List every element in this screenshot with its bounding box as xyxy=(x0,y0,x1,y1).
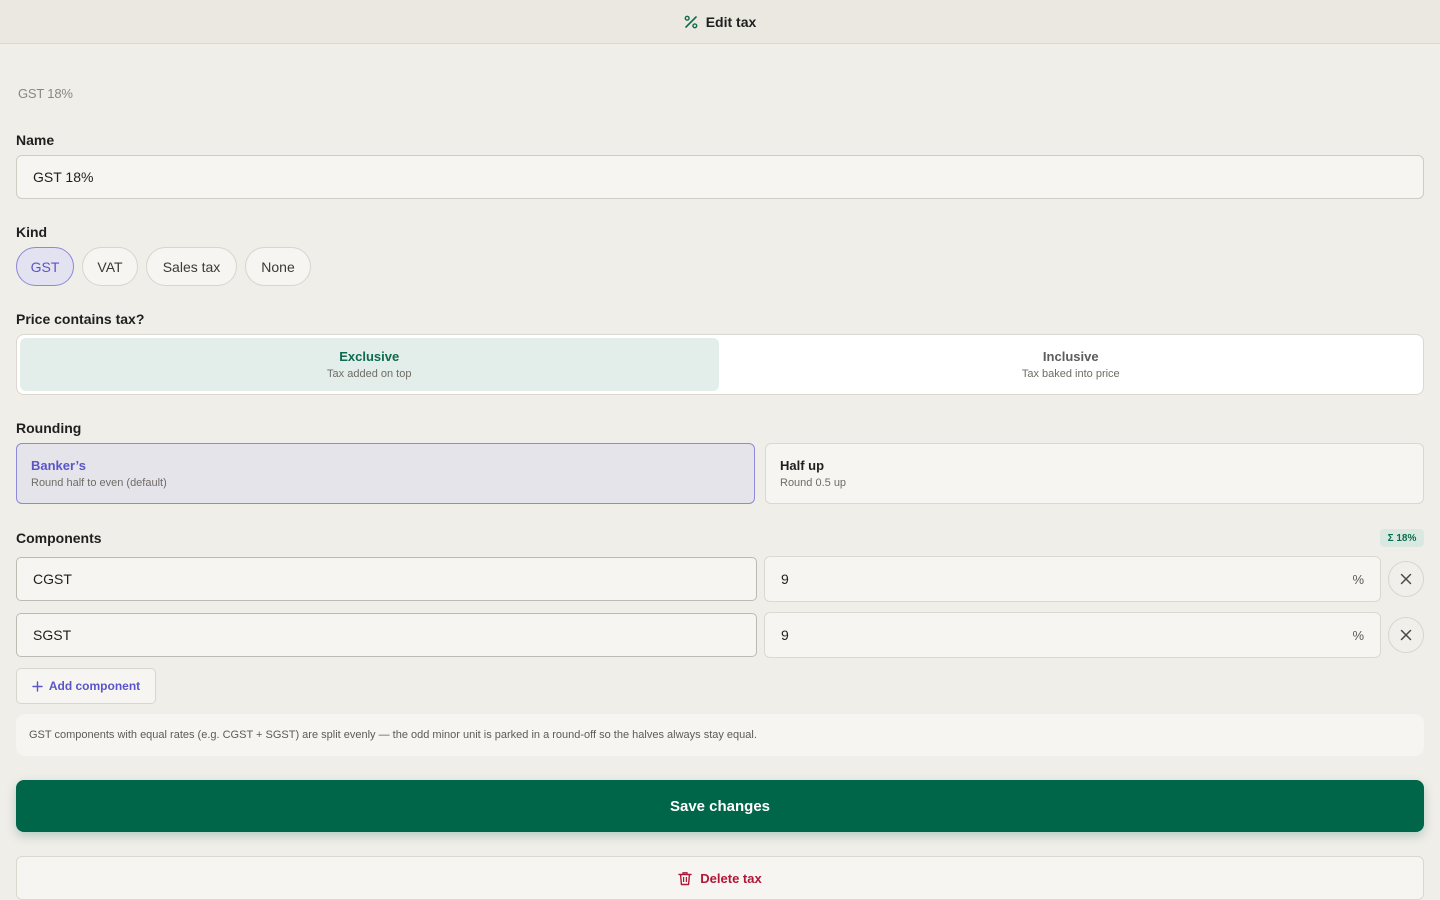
kind-chip-vat[interactable]: VAT xyxy=(82,247,138,286)
components-label: Components xyxy=(16,530,102,546)
component-rate-unit: % xyxy=(1352,571,1364,587)
bankers-title: Banker’s xyxy=(31,458,86,473)
delete-tax-label: Delete tax xyxy=(700,870,762,886)
kind-label: Kind xyxy=(16,224,48,240)
half-up-sub: Round 0.5 up xyxy=(780,477,847,489)
price-contains-label: Price contains tax? xyxy=(16,311,145,327)
remove-component-button[interactable] xyxy=(1388,561,1424,597)
add-component-label: Add component xyxy=(48,679,141,693)
price-contains-toggle: Exclusive Tax added on top Inclusive Tax… xyxy=(16,334,1424,395)
component-name-input[interactable] xyxy=(16,613,757,657)
kind-chips: GST VAT Sales tax None xyxy=(16,247,311,286)
rounding-label: Rounding xyxy=(16,420,82,436)
component-name-input[interactable] xyxy=(16,557,757,601)
kind-chip-sales-tax[interactable]: Sales tax xyxy=(146,247,237,286)
bankers-sub: Round half to even (default) xyxy=(31,477,167,489)
component-rate-value: 9 xyxy=(781,571,789,587)
component-rate-field[interactable]: 9 % xyxy=(764,556,1381,602)
inclusive-sub: Tax baked into price xyxy=(1021,368,1120,380)
component-rate-value: 9 xyxy=(781,627,789,643)
plus-icon xyxy=(32,680,43,692)
title-bar: Edit tax xyxy=(0,0,1440,44)
exclusive-title: Exclusive xyxy=(339,349,400,364)
save-changes-button[interactable]: Save changes xyxy=(16,780,1424,832)
gst-split-note: GST components with equal rates (e.g. CG… xyxy=(16,714,1424,756)
exclusive-option[interactable]: Exclusive Tax added on top xyxy=(20,338,719,391)
add-component-button[interactable]: Add component xyxy=(16,668,156,704)
close-icon xyxy=(1400,573,1412,585)
percent-icon xyxy=(684,15,698,28)
trash-icon xyxy=(678,871,692,885)
rounding-bankers-option[interactable]: Banker’s Round half to even (default) xyxy=(16,443,755,504)
exclusive-sub: Tax added on top xyxy=(327,368,412,380)
component-rate-unit: % xyxy=(1352,627,1364,643)
rounding-half-up-option[interactable]: Half up Round 0.5 up xyxy=(765,443,1424,504)
half-up-title: Half up xyxy=(780,458,825,473)
delete-tax-button[interactable]: Delete tax xyxy=(16,856,1424,900)
page-title: Edit tax xyxy=(705,13,757,30)
name-label: Name xyxy=(16,132,55,148)
remove-component-button[interactable] xyxy=(1388,617,1424,653)
inclusive-title: Inclusive xyxy=(1042,349,1099,364)
name-input[interactable] xyxy=(16,155,1424,199)
component-rate-field[interactable]: 9 % xyxy=(764,612,1381,658)
tax-subtitle: GST 18% xyxy=(18,86,73,101)
kind-chip-gst[interactable]: GST xyxy=(16,247,74,286)
inclusive-option[interactable]: Inclusive Tax baked into price xyxy=(722,338,1421,391)
components-total-badge: Σ 18% xyxy=(1380,529,1424,547)
close-icon xyxy=(1400,629,1412,641)
kind-chip-none[interactable]: None xyxy=(245,247,311,286)
